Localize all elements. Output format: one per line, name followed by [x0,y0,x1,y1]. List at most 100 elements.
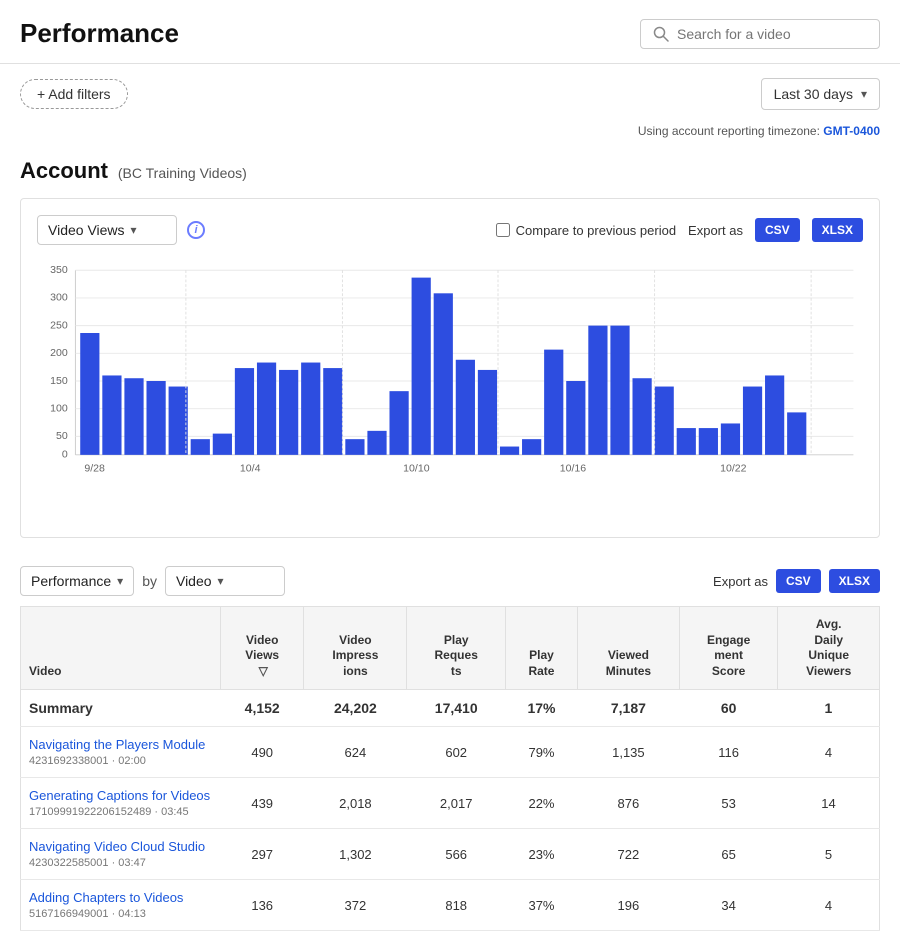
table-export-label: Export as [713,574,768,589]
video-title-link[interactable]: Adding Chapters to Videos [29,890,213,905]
video-cell: Navigating the Players Module 4231692338… [21,727,221,778]
table-row: Navigating Video Cloud Studio 4230322585… [21,829,880,880]
search-box[interactable] [640,19,880,49]
row-play-rate: 22% [506,778,578,829]
row-impressions: 372 [304,880,407,931]
svg-text:9/28: 9/28 [84,464,105,475]
xlsx-export-button[interactable]: XLSX [812,218,863,242]
row-engagement: 65 [679,829,778,880]
svg-text:10/4: 10/4 [240,464,261,475]
row-minutes: 1,135 [577,727,679,778]
row-impressions: 2,018 [304,778,407,829]
bar-chart: 350 300 250 200 150 100 50 0 [37,261,863,521]
perf-chevron-icon: ▾ [117,574,123,588]
row-engagement: 34 [679,880,778,931]
chart-svg: 350 300 250 200 150 100 50 0 [37,261,863,501]
svg-text:200: 200 [50,348,68,359]
svg-text:150: 150 [50,376,68,387]
summary-views: 4,152 [221,690,304,727]
summary-requests: 17,410 [407,690,506,727]
row-unique: 4 [778,880,880,931]
video-chevron-icon: ▾ [218,574,224,588]
table-toolbar: Performance ▾ by Video ▾ Export as CSV X… [20,552,880,606]
col-views[interactable]: VideoViews▽ [221,607,304,690]
svg-text:0: 0 [62,450,68,461]
svg-text:10/10: 10/10 [403,464,430,475]
table-xlsx-button[interactable]: XLSX [829,569,880,593]
row-unique: 5 [778,829,880,880]
metric-dropdown[interactable]: Video Views ▾ [37,215,177,245]
row-views: 490 [221,727,304,778]
video-title-link[interactable]: Navigating the Players Module [29,737,213,752]
summary-impressions: 24,202 [304,690,407,727]
summary-engagement: 60 [679,690,778,727]
row-play-rate: 23% [506,829,578,880]
table-header-row: Video VideoViews▽ VideoImpressions PlayR… [21,607,880,690]
row-views: 136 [221,880,304,931]
table-toolbar-left: Performance ▾ by Video ▾ [20,566,285,596]
account-name: (BC Training Videos) [118,165,247,181]
row-engagement: 53 [679,778,778,829]
row-requests: 566 [407,829,506,880]
account-title: Account [20,158,108,183]
performance-dropdown[interactable]: Performance ▾ [20,566,134,596]
add-filters-button[interactable]: + Add filters [20,79,128,109]
chart-toolbar-left: Video Views ▾ i [37,215,205,245]
row-minutes: 876 [577,778,679,829]
table-csv-button[interactable]: CSV [776,569,821,593]
summary-unique: 1 [778,690,880,727]
row-minutes: 722 [577,829,679,880]
video-id: 4231692338001 · 02:00 [29,755,146,767]
compare-checkbox[interactable] [496,223,510,237]
search-icon [653,26,669,42]
row-views: 297 [221,829,304,880]
col-play-rate: PlayRate [506,607,578,690]
export-label: Export as [688,223,743,238]
col-video: Video [21,607,221,690]
chart-toolbar-right: Compare to previous period Export as CSV… [496,218,863,242]
row-requests: 2,017 [407,778,506,829]
chart-toolbar: Video Views ▾ i Compare to previous peri… [37,215,863,245]
header: Performance [0,0,900,64]
data-table: Video VideoViews▽ VideoImpressions PlayR… [20,606,880,931]
row-play-rate: 79% [506,727,578,778]
video-title-link[interactable]: Generating Captions for Videos [29,788,213,803]
col-unique: Avg.DailyUniqueViewers [778,607,880,690]
timezone-row: Using account reporting timezone: GMT-04… [0,124,900,148]
row-engagement: 116 [679,727,778,778]
table-toolbar-right: Export as CSV XLSX [713,569,880,593]
row-minutes: 196 [577,880,679,931]
row-requests: 818 [407,880,506,931]
svg-text:10/22: 10/22 [720,464,747,475]
svg-text:300: 300 [50,293,68,304]
summary-row: Summary 4,152 24,202 17,410 17% 7,187 60… [21,690,880,727]
date-range-dropdown[interactable]: Last 30 days ▾ [761,78,880,110]
chevron-down-icon: ▾ [861,87,867,101]
page-title: Performance [20,18,179,49]
row-play-rate: 37% [506,880,578,931]
info-icon[interactable]: i [187,221,205,239]
video-group-dropdown[interactable]: Video ▾ [165,566,285,596]
svg-text:50: 50 [56,431,68,442]
video-cell: Generating Captions for Videos 171099919… [21,778,221,829]
table-row: Navigating the Players Module 4231692338… [21,727,880,778]
video-id: 17109991922206152489 · 03:45 [29,806,189,818]
svg-text:10/16: 10/16 [560,464,587,475]
video-cell: Navigating Video Cloud Studio 4230322585… [21,829,221,880]
video-title-link[interactable]: Navigating Video Cloud Studio [29,839,213,854]
row-impressions: 1,302 [304,829,407,880]
summary-label: Summary [21,690,221,727]
svg-text:350: 350 [50,265,68,276]
compare-checkbox-label[interactable]: Compare to previous period [496,223,676,238]
timezone-link[interactable]: GMT-0400 [823,124,880,138]
video-cell: Adding Chapters to Videos 5167166949001 … [21,880,221,931]
table-row: Adding Chapters to Videos 5167166949001 … [21,880,880,931]
row-impressions: 624 [304,727,407,778]
csv-export-button[interactable]: CSV [755,218,800,242]
chart-card: Video Views ▾ i Compare to previous peri… [20,198,880,538]
summary-minutes: 7,187 [577,690,679,727]
col-requests: PlayRequests [407,607,506,690]
video-id: 5167166949001 · 04:13 [29,908,146,920]
table-section: Performance ▾ by Video ▾ Export as CSV X… [20,552,880,931]
search-input[interactable] [677,26,867,42]
